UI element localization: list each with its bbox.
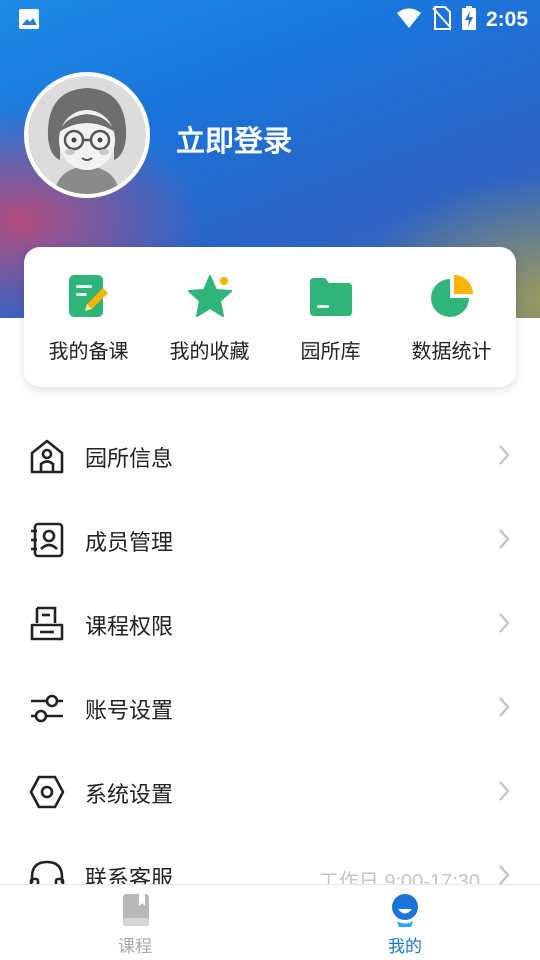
bottom-tab-bar: 课程 我的 <box>0 884 540 960</box>
school-building-icon <box>30 439 64 474</box>
tab-label: 我的 <box>388 937 422 957</box>
settings-menu: 园所信息 成员管理 课程权限 账号设置 系统设置 联系客服 工作日 9:00-1… <box>0 413 540 917</box>
quick-action-school-library[interactable]: 园所库 <box>272 247 390 387</box>
quick-action-statistics[interactable]: 数据统计 <box>393 247 511 387</box>
wifi-icon <box>396 7 422 33</box>
sliders-icon <box>31 694 63 723</box>
menu-item-course-permission[interactable]: 课程权限 <box>0 581 540 665</box>
tab-label: 课程 <box>118 937 152 957</box>
no-sim-icon <box>432 6 452 34</box>
pie-chart-icon <box>430 275 473 317</box>
chevron-right-icon <box>499 529 510 549</box>
battery-charging-icon <box>461 6 476 34</box>
member-contact-icon <box>31 522 64 558</box>
menu-item-system-settings[interactable]: 系统设置 <box>0 749 540 833</box>
image-notification-icon <box>18 8 40 34</box>
menu-item-label: 账号设置 <box>85 699 174 724</box>
cartoon-girl-avatar-icon <box>28 76 146 194</box>
login-button[interactable]: 立即登录 <box>176 118 292 160</box>
pencil-note-icon <box>68 275 108 317</box>
course-permission-icon <box>30 606 64 641</box>
chevron-right-icon <box>499 781 510 801</box>
star-icon <box>187 275 232 317</box>
quick-action-label: 数据统计 <box>411 339 492 363</box>
status-bar: 2:05 <box>0 0 540 38</box>
chevron-right-icon <box>499 697 510 717</box>
quick-actions-card: 我的备课 我的收藏 园所库 数据统计 <box>24 247 516 387</box>
chevron-right-icon <box>499 445 510 465</box>
quick-action-label: 园所库 <box>300 339 361 363</box>
avatar[interactable] <box>24 72 150 198</box>
menu-item-member-management[interactable]: 成员管理 <box>0 497 540 581</box>
clock: 2:05 <box>485 8 528 31</box>
book-icon <box>123 894 149 926</box>
chevron-right-icon <box>499 613 510 633</box>
user-icon <box>392 894 418 927</box>
quick-action-lesson-prep[interactable]: 我的备课 <box>30 247 148 387</box>
quick-action-label: 我的收藏 <box>169 339 250 363</box>
menu-item-label: 成员管理 <box>85 531 174 556</box>
tab-mine[interactable]: 我的 <box>270 885 540 960</box>
quick-action-label: 我的备课 <box>48 339 129 363</box>
folder-icon <box>309 278 352 316</box>
menu-item-label: 系统设置 <box>85 783 174 808</box>
tab-courses[interactable]: 课程 <box>0 885 270 960</box>
menu-item-school-info[interactable]: 园所信息 <box>0 413 540 497</box>
hexagon-settings-icon <box>29 775 65 809</box>
menu-item-label: 园所信息 <box>85 447 174 472</box>
menu-item-label: 课程权限 <box>85 615 174 640</box>
quick-action-favorites[interactable]: 我的收藏 <box>151 247 269 387</box>
menu-item-account-settings[interactable]: 账号设置 <box>0 665 540 749</box>
